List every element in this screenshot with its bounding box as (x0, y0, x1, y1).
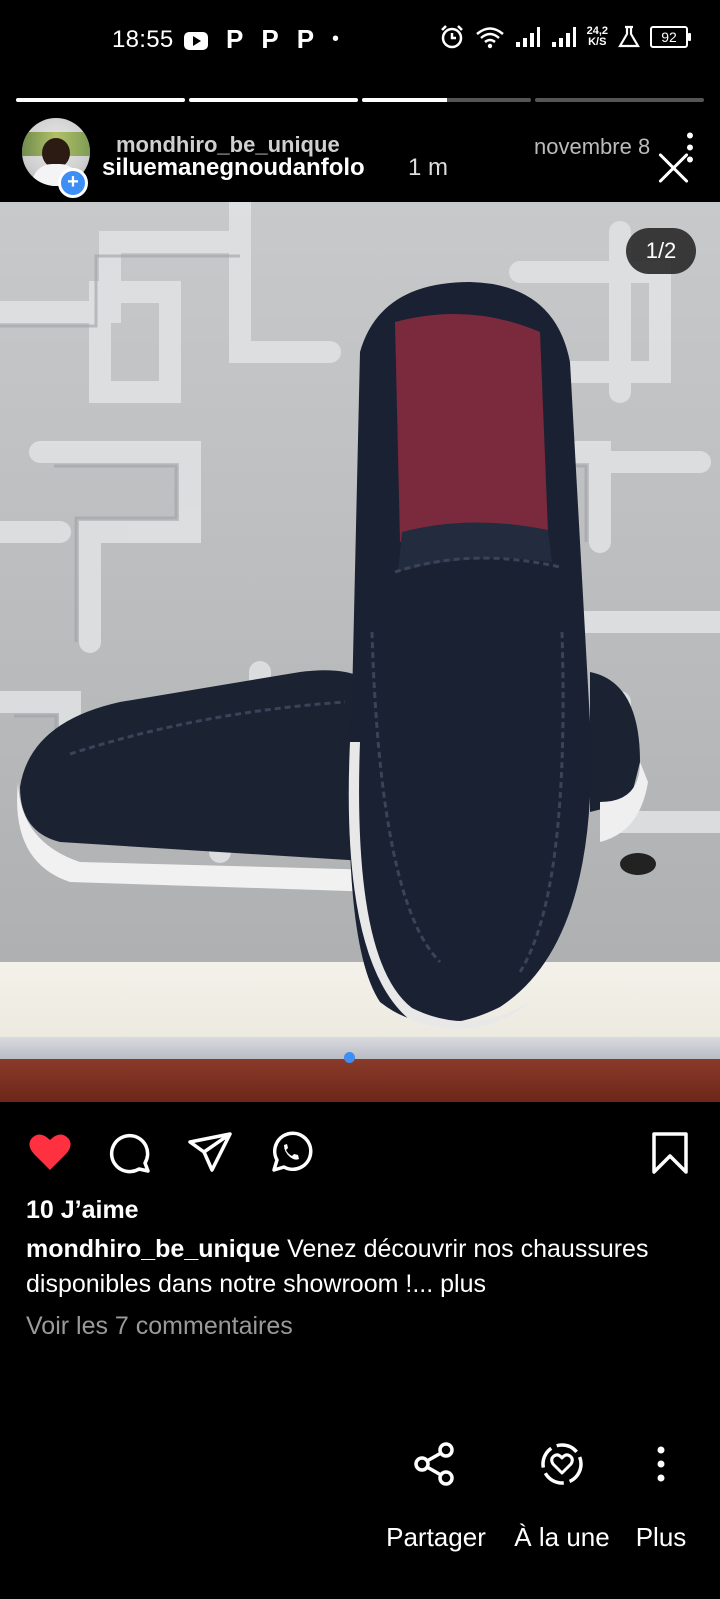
wifi-icon (475, 27, 504, 49)
status-bar: 18:55 P P P • 24,2 K/S 92 (0, 0, 720, 80)
signal-icon (551, 27, 576, 47)
progress-fill (189, 98, 358, 102)
youtube-icon (184, 32, 208, 50)
notification-icons: P P P • (184, 26, 339, 52)
notification-p-icon: P (261, 24, 279, 54)
caption-more-link[interactable]: plus (433, 1270, 486, 1298)
flask-icon (618, 25, 640, 48)
progress-segment (189, 98, 358, 102)
story-viewer: 18:55 P P P • 24,2 K/S 92 + mondhiro_be_… (0, 0, 720, 1599)
progress-segment (362, 98, 531, 102)
more-notifications-dot: • (332, 27, 340, 50)
caption-username[interactable]: mondhiro_be_unique (26, 1235, 280, 1263)
story-age: 1 m (408, 154, 449, 181)
loafers-picture (17, 282, 656, 1029)
progress-fill (362, 98, 447, 102)
carousel-counter: 1/2 (626, 228, 696, 274)
more-vertical-icon (657, 1446, 665, 1482)
carousel-indicator (344, 1052, 355, 1063)
status-time: 18:55 (112, 26, 174, 53)
share-label: Partager (386, 1522, 486, 1552)
alarm-icon (440, 25, 463, 49)
battery-icon: 92 (650, 26, 691, 48)
progress-segment (535, 98, 704, 102)
highlight-button[interactable]: À la une (506, 1440, 618, 1553)
post-image[interactable]: 1/2 (0, 202, 720, 1102)
like-count[interactable]: 10 J’aime (26, 1196, 139, 1225)
story-username[interactable]: siluemanegnoudanfolo (102, 154, 365, 182)
comment-icon[interactable] (106, 1128, 154, 1176)
story-progress (16, 98, 704, 102)
bookmark-icon[interactable] (646, 1128, 694, 1176)
progress-segment (16, 98, 185, 102)
close-icon[interactable] (654, 148, 694, 188)
post-actions (0, 1102, 720, 1182)
heart-icon[interactable] (26, 1128, 74, 1176)
send-icon[interactable] (186, 1128, 234, 1176)
progress-fill (16, 98, 185, 102)
highlight-icon (541, 1443, 583, 1485)
net-speed-unit: K/S (588, 36, 607, 48)
system-icons: 24,2 K/S 92 (439, 24, 691, 50)
share-button[interactable]: Partager (382, 1440, 490, 1553)
notification-p-icon: P (296, 24, 315, 54)
post-date: novembre 8 (534, 134, 651, 159)
signal-icon (515, 27, 540, 47)
story-bottom-actions: Partager À la une Plus (0, 1440, 720, 1599)
more-label: Plus (635, 1522, 687, 1552)
post-caption: mondhiro_be_unique Venez découvrir nos c… (26, 1232, 706, 1302)
notification-p-icon: P (226, 24, 244, 54)
story-header: + mondhiro_be_unique siluemanegnoudanfol… (0, 110, 720, 200)
view-comments-link[interactable]: Voir les 7 commentaires (26, 1312, 293, 1341)
add-story-icon[interactable]: + (58, 168, 88, 198)
more-button[interactable]: Plus (626, 1440, 696, 1553)
share-icon (414, 1442, 454, 1486)
highlight-label: À la une (514, 1522, 610, 1552)
whatsapp-icon[interactable] (266, 1128, 314, 1176)
net-speed: 24,2 K/S (587, 26, 608, 48)
